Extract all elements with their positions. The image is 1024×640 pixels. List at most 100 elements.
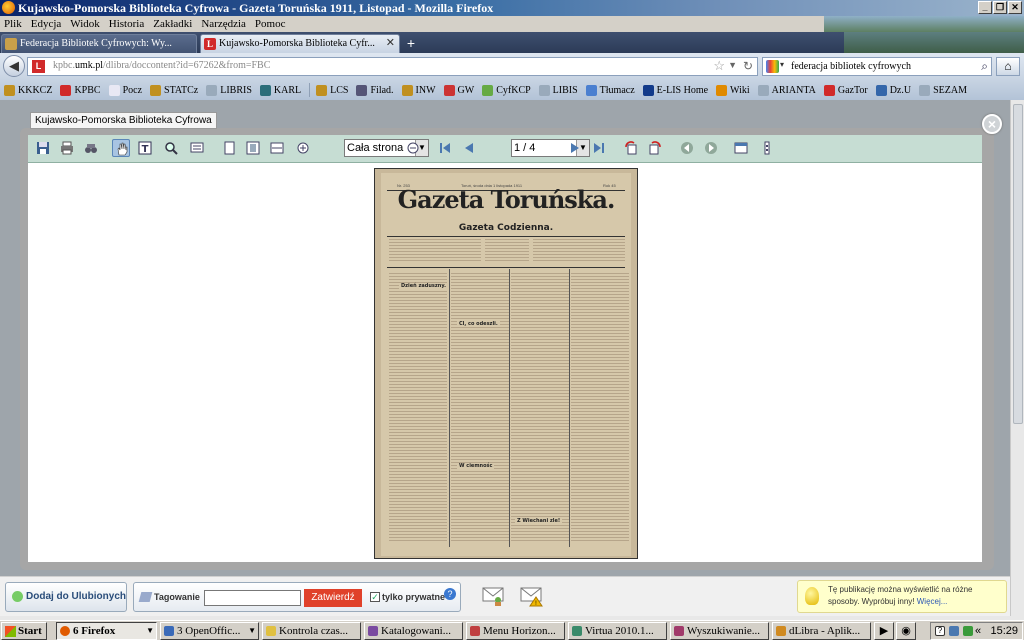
previous-page-button[interactable] [460, 139, 478, 157]
search-input[interactable]: federacja bibliotek cyfrowych [791, 61, 911, 72]
show-hidden-icons-icon[interactable]: « [975, 623, 981, 639]
favorites-label: Dodaj do Ulubionych [26, 591, 126, 602]
bookmark-icon [538, 84, 550, 96]
text-select-button[interactable]: T [136, 139, 154, 157]
bookmark-icon [642, 84, 654, 96]
report-error-icon[interactable]: ! [520, 585, 544, 607]
bookmark-separator [309, 83, 311, 97]
zoom-in-button[interactable] [294, 139, 312, 157]
fit-page-button[interactable] [244, 139, 262, 157]
reload-icon[interactable]: ↻ [743, 59, 753, 73]
search-bar[interactable]: ▾ federacja bibliotek cyfrowych ⌕ [762, 57, 992, 76]
close-window-button[interactable]: ✕ [1008, 1, 1022, 14]
bookmark-star-icon[interactable]: ☆ [713, 58, 725, 74]
taskbar-item[interactable]: Katalogowani... [364, 622, 463, 640]
rotate-left-button[interactable] [622, 139, 640, 157]
new-tab-button[interactable]: + [402, 35, 420, 52]
bookmark-item[interactable]: Pocz [108, 84, 142, 96]
snapshot-button[interactable] [188, 139, 206, 157]
site-favicon: L [32, 60, 45, 73]
minimize-button[interactable]: _ [978, 1, 992, 14]
save-button[interactable] [34, 139, 52, 157]
history-back-button[interactable] [678, 139, 696, 157]
bookmark-item[interactable]: Tłumacz [585, 84, 635, 96]
tip-more-link[interactable]: Więcej... [917, 597, 948, 606]
search-icon[interactable]: ⌕ [981, 59, 988, 74]
zoom-tool-button[interactable] [162, 139, 180, 157]
print-button[interactable] [58, 139, 76, 157]
first-page-button[interactable] [436, 139, 454, 157]
favorites-icon [12, 591, 23, 602]
bookmark-item[interactable]: LIBIS [538, 84, 578, 96]
help-tray-icon[interactable]: ? [935, 626, 945, 636]
next-page-button[interactable] [566, 139, 584, 157]
scrollbar-thumb[interactable] [1013, 104, 1023, 424]
taskbar-item[interactable]: Menu Horizon... [466, 622, 565, 640]
magnifier-icon [165, 142, 178, 155]
tab-federacja[interactable]: Federacja Bibliotek Cyfrowych: Wy... [1, 34, 197, 53]
tray-icon[interactable] [963, 626, 973, 636]
zoom-out-button[interactable] [404, 139, 422, 157]
bookmark-item[interactable]: Filad. [356, 84, 394, 96]
taskbar-item[interactable]: dLibra - Aplik... [772, 622, 871, 640]
send-to-friend-icon[interactable] [482, 585, 506, 607]
tray-icon[interactable] [949, 626, 959, 636]
bookmark-item[interactable]: KARL [259, 84, 301, 96]
lightbox-close-button[interactable]: × [982, 114, 1002, 134]
bookmark-item[interactable]: CyfKCP [482, 84, 531, 96]
newspaper-page-image[interactable]: Nr. 253 Toruń, środa dnia 1 listopada 19… [374, 168, 638, 559]
search-engine-dropdown-icon[interactable]: ▾ [780, 60, 784, 69]
menu-view[interactable]: Widok [70, 16, 100, 32]
bookmark-item[interactable]: KPBC [60, 84, 101, 96]
binoculars-button[interactable] [82, 139, 100, 157]
add-to-favorites-button[interactable]: Dodaj do Ulubionych [5, 582, 127, 612]
private-only-checkbox[interactable]: ✓ [370, 592, 380, 602]
address-bar[interactable]: L kpbc.umk.pl/dlibra/doccontent?id=67262… [27, 57, 758, 76]
taskbar-item[interactable]: Wyszukiwanie... [670, 622, 769, 640]
bookmark-item[interactable]: SEZAM [919, 84, 967, 96]
tab-kpbc[interactable]: L Kujawsko-Pomorska Biblioteka Cyfr... ✕ [200, 34, 400, 53]
bookmark-item[interactable]: ARIANTA [757, 84, 816, 96]
bookmark-item[interactable]: Wiki [716, 84, 750, 96]
bookmark-item[interactable]: GazTor [823, 84, 868, 96]
bookmark-item[interactable]: STATCz [150, 84, 198, 96]
history-dropdown-icon[interactable]: ▼ [728, 60, 737, 70]
bookmark-item[interactable]: INW [401, 84, 436, 96]
menu-tools[interactable]: Narzędzia [201, 16, 246, 32]
taskbar-item[interactable]: Virtua 2010.1... [568, 622, 667, 640]
history-forward-button[interactable] [702, 139, 720, 157]
taskbar-item[interactable]: Kontrola czas... [262, 622, 361, 640]
panel-toggle-button[interactable] [732, 139, 750, 157]
menu-history[interactable]: Historia [109, 16, 144, 32]
bookmark-item[interactable]: LIBRIS [206, 84, 252, 96]
menu-file[interactable]: Plik [4, 16, 22, 32]
taskbar-item[interactable]: 6 Firefox ▼ [56, 622, 157, 640]
menu-bookmarks[interactable]: Zakładki [153, 16, 192, 32]
menu-edit[interactable]: Edycja [31, 16, 62, 32]
tag-input[interactable] [204, 590, 301, 606]
home-button[interactable]: ⌂ [996, 57, 1020, 76]
taskbar-item[interactable]: 3 OpenOffic... ▼ [160, 622, 259, 640]
restore-button[interactable]: ❐ [993, 1, 1007, 14]
start-button[interactable]: Start [1, 622, 47, 640]
close-tab-icon[interactable]: ✕ [386, 35, 395, 52]
bookmark-item[interactable]: E-LIS Home [642, 84, 708, 96]
help-icon[interactable]: ? [444, 588, 456, 600]
bookmark-item[interactable]: Dz.U [875, 84, 911, 96]
network-icon[interactable]: ◉ [896, 622, 916, 640]
confirm-tag-button[interactable]: Zatwierdź [304, 589, 362, 607]
last-page-button[interactable] [590, 139, 608, 157]
bookmark-item[interactable]: KKKCZ [4, 84, 52, 96]
hand-tool-button[interactable] [112, 139, 130, 157]
back-button[interactable]: ◀ [3, 55, 25, 77]
menu-help[interactable]: Pomoc [255, 16, 286, 32]
bookmark-item[interactable]: GW [443, 84, 474, 96]
rotate-right-button[interactable] [646, 139, 664, 157]
media-player-icon[interactable]: ▶ [874, 622, 894, 640]
fit-width-button[interactable] [268, 139, 286, 157]
actual-size-button[interactable] [220, 139, 238, 157]
bookmark-item[interactable]: LCS [316, 84, 348, 96]
settings-button[interactable] [758, 139, 776, 157]
vertical-scrollbar[interactable] [1010, 100, 1024, 620]
google-icon[interactable] [766, 60, 779, 73]
